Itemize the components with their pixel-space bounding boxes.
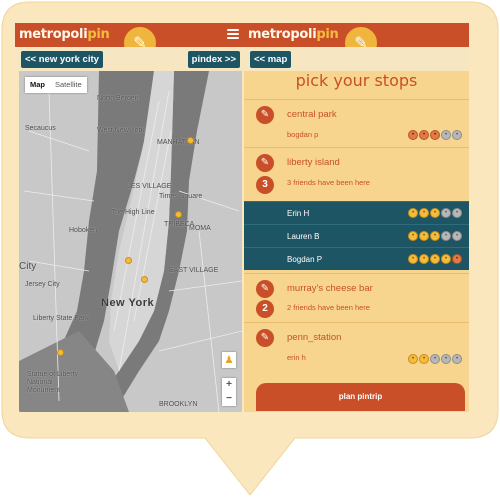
rating-face-icon[interactable]: • [419,254,429,264]
stop-item-liberty-island[interactable]: ✎ 3 liberty island 3 friends have been h… [244,147,469,201]
rating-face-icon[interactable]: • [441,208,451,218]
place-label: New York [101,297,155,309]
back-to-map-button[interactable]: << map [250,51,292,68]
rating-face-icon[interactable]: • [441,231,451,241]
rating-face-icon[interactable]: • [430,208,440,218]
menu-icon[interactable] [227,29,239,39]
place-label: The High Line [111,209,155,216]
rating-face-icon[interactable]: • [408,130,418,140]
map-type-map[interactable]: Map [25,77,50,93]
map-geometry [19,71,242,412]
friend-count-badge: 2 [256,300,274,318]
app-brand[interactable]: metropolipin [19,27,110,42]
plan-pintrip-button[interactable]: plan pintrip [256,383,465,411]
rating-face-icon[interactable]: • [408,254,418,264]
friend-name: Bogdan P [287,255,323,264]
zoom-control: + − [222,378,236,406]
rating-face-icon[interactable]: • [441,254,451,264]
map-nav-bar: << new york city pindex >> [15,47,246,71]
place-label: Hoboken [69,227,98,234]
rating-face-icon[interactable]: • [430,231,440,241]
friend-row[interactable]: Lauren B • • • • • [244,224,469,247]
rating-face-icon[interactable]: • [419,231,429,241]
friend-row[interactable]: Erin H • • • • • [244,201,469,224]
stop-name: murray's cheese bar [287,283,373,294]
app-brand[interactable]: metropolipin [248,27,339,42]
place-label: City [19,261,37,272]
map-type-toggle: Map Satellite [25,77,87,93]
rating-faces: • • • • • [408,208,462,218]
map-pin-marker[interactable] [175,211,182,218]
stop-visitor: erin h [287,353,306,362]
place-label: Liberty State Park [33,315,89,322]
stop-friends-note: 3 friends have been here [287,178,370,187]
pushpin-icon: ✎ [256,329,274,347]
zoom-in-button[interactable]: + [222,378,236,392]
rating-face-icon[interactable]: • [452,354,462,364]
place-label: MOMA [189,225,211,232]
stops-screen: metropolipin ✎ << map pick your stops ✎ … [244,23,469,412]
stop-item-central-park[interactable]: ✎ central park bogdan p • • • • • [244,99,469,144]
map-type-satellite[interactable]: Satellite [50,77,87,93]
place-label: Jersey City [25,281,60,288]
place-label: LES VILLAGE [127,183,172,190]
map-pin-marker[interactable] [125,257,132,264]
rating-face-icon[interactable]: • [408,208,418,218]
rating-face-icon[interactable]: • [441,354,451,364]
pushpin-icon: ✎ [256,154,274,172]
stop-name: liberty island [287,157,340,168]
map-screen: metropolipin ✎ << new york city pindex >… [15,23,246,412]
stop-item-murrays-cheese-bar[interactable]: ✎ 2 murray's cheese bar 2 friends have b… [244,273,469,321]
place-label: BROOKLYN [159,401,198,408]
map-pin-marker[interactable] [57,349,64,356]
stops-nav-bar: << map [244,47,469,71]
rating-face-icon[interactable]: • [430,354,440,364]
friend-name: Erin H [287,209,310,218]
place-label: Statue of Liberty National Monument [27,371,78,394]
rating-face-icon[interactable]: • [430,130,440,140]
friend-name: Lauren B [287,232,320,241]
rating-faces: • • • • • [408,354,462,364]
place-label: West New York [97,127,145,134]
rating-faces: • • • • • [408,130,462,140]
stop-friends-note: 2 friends have been here [287,303,370,312]
stop-name: penn_station [287,332,342,343]
zoom-out-button[interactable]: − [222,392,236,406]
street-view-pegman-icon[interactable]: ♟ [222,352,236,368]
rating-face-icon[interactable]: • [452,231,462,241]
stop-item-penn-station[interactable]: ✎ penn_station erin h • • • • • [244,322,469,374]
place-label: Secaucus [25,125,56,132]
pindex-button[interactable]: pindex >> [187,51,240,68]
rating-face-icon[interactable]: • [452,130,462,140]
rating-face-icon[interactable]: • [408,354,418,364]
stop-visitor: bogdan p [287,130,319,139]
rating-face-icon[interactable]: • [408,231,418,241]
map-pin-marker[interactable] [187,137,194,144]
place-label: Times Square [159,193,203,200]
rating-face-icon[interactable]: • [441,130,451,140]
pushpin-icon: ✎ [256,280,274,298]
rating-face-icon[interactable]: • [430,254,440,264]
rating-face-icon[interactable]: • [419,208,429,218]
friend-row[interactable]: Bogdan P • • • • • [244,247,469,270]
pushpin-icon: ✎ [256,106,274,124]
back-new-york-city-button[interactable]: << new york city [21,51,103,68]
page-title: pick your stops [295,71,418,90]
rating-face-icon[interactable]: • [452,254,462,264]
rating-face-icon[interactable]: • [419,130,429,140]
rating-face-icon[interactable]: • [419,354,429,364]
rating-face-icon[interactable]: • [452,208,462,218]
stop-name: central park [287,109,337,120]
friend-count-badge: 3 [256,176,274,194]
rating-faces: • • • • • [408,254,462,264]
city-map[interactable]: Map Satellite North Bergen Secaucus West… [19,71,242,412]
rating-faces: • • • • • [408,231,462,241]
map-pin-marker[interactable] [141,276,148,283]
place-label: EAST VILLAGE [169,267,219,274]
place-label: North Bergen [97,95,139,102]
